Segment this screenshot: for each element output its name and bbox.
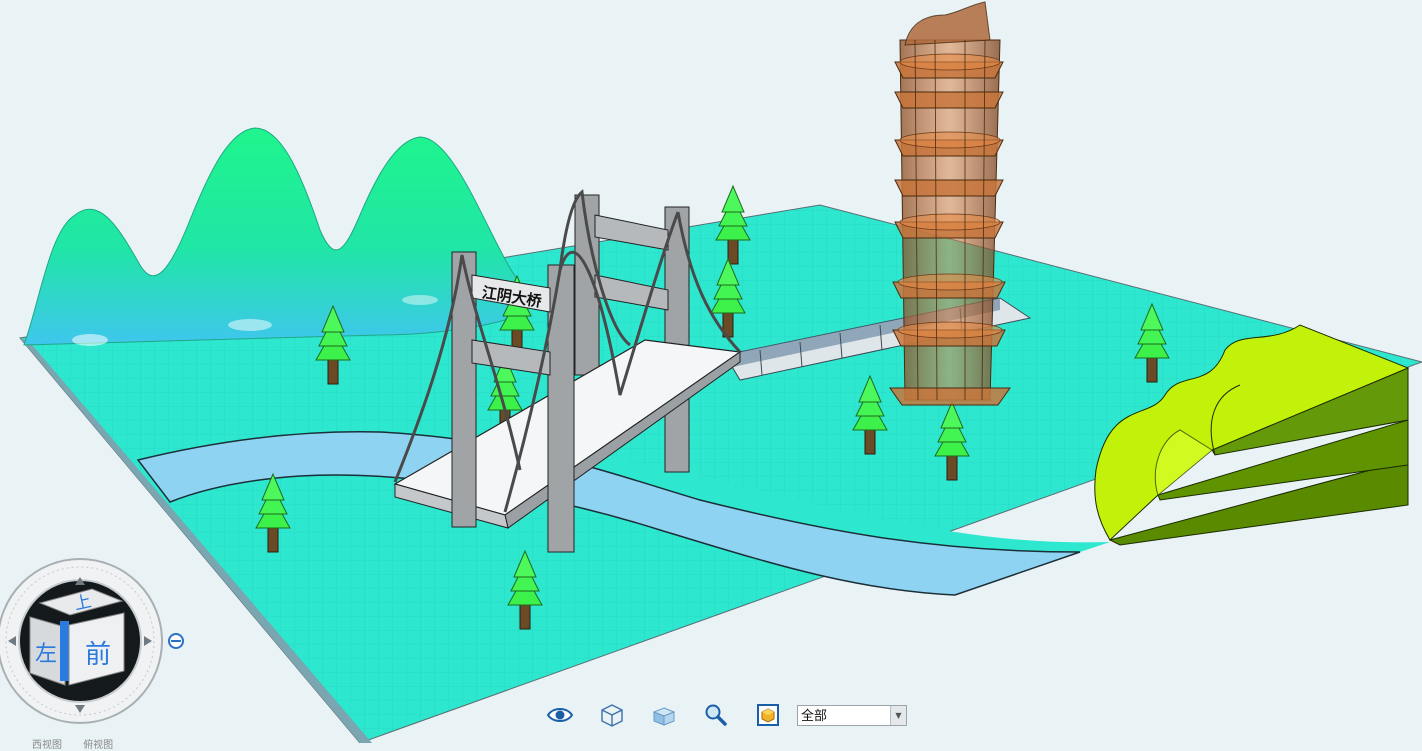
view-cube[interactable]: 上 左 前 — [0, 545, 190, 743]
filter-dropdown-value: 全部 — [801, 708, 828, 724]
3d-viewport[interactable]: 江阴大桥 — [0, 0, 1422, 743]
view-label[interactable]: 俯视图 — [83, 740, 113, 751]
view-label[interactable]: 西视图 — [32, 740, 62, 751]
wireframe-cube-icon[interactable] — [597, 701, 627, 729]
render-icon[interactable] — [753, 701, 783, 729]
left-face-highlight — [60, 621, 69, 681]
view-toolbar: 全部 ▼ — [545, 700, 907, 730]
shaded-cube-icon[interactable] — [649, 701, 679, 729]
pagoda-tower[interactable] — [889, 1, 1011, 406]
filter-dropdown[interactable]: 全部 ▼ — [797, 704, 907, 726]
bottom-view-labels: 西视图 俯视图 — [32, 736, 131, 751]
cube-label-front: 前 — [85, 640, 111, 670]
zoom-icon[interactable] — [701, 701, 731, 729]
cube-label-left: 左 — [35, 642, 57, 667]
eye-icon[interactable] — [545, 701, 575, 729]
chevron-down-icon[interactable]: ▼ — [890, 705, 906, 725]
